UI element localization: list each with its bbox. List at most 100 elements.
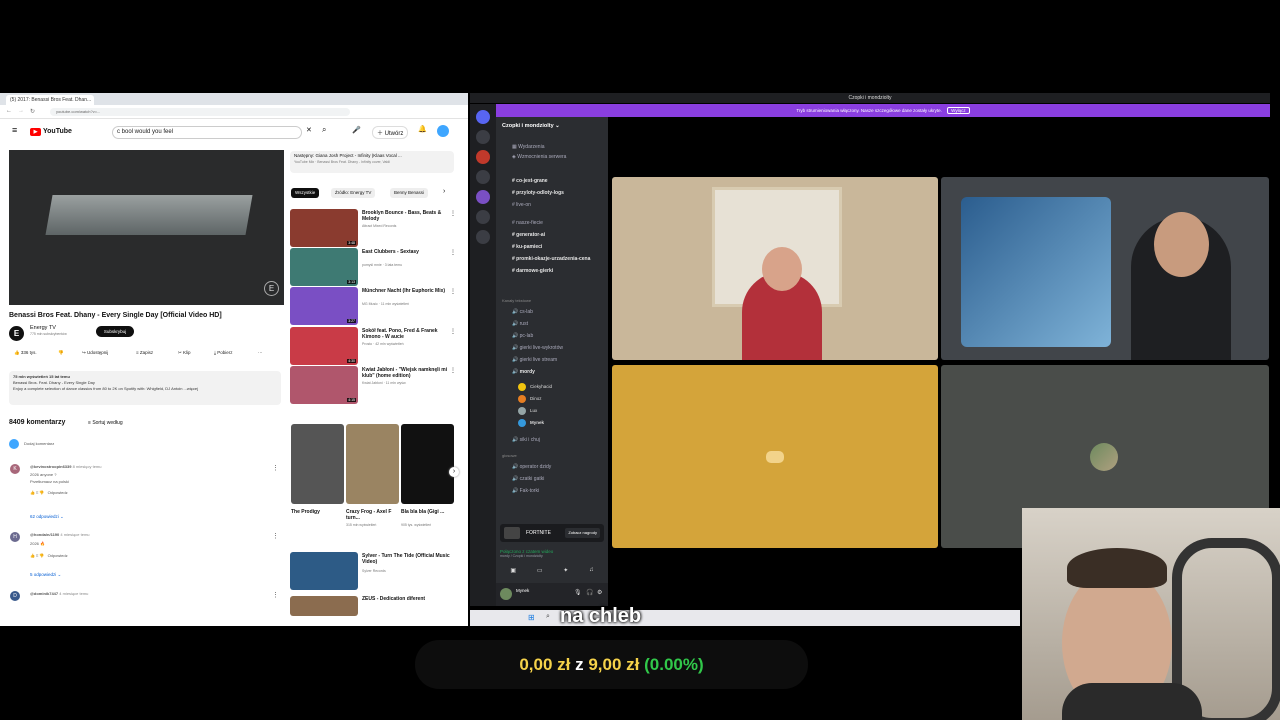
related-menu-icon[interactable]: ⋮ (450, 367, 456, 374)
user-name[interactable]: Mynek (516, 588, 529, 593)
comment-author[interactable]: @kevinostroopin6339 8 miesięcy temu (30, 464, 102, 469)
video-tile-3[interactable] (612, 365, 938, 548)
related-thumbnail[interactable]: 3:27 (290, 287, 358, 325)
chips-next-icon[interactable]: › (443, 188, 445, 195)
channel-avatar[interactable]: E (9, 326, 24, 341)
home-icon[interactable] (476, 110, 490, 124)
voice-channel[interactable]: 🔊 Fak-torki (512, 488, 539, 494)
activities-icon[interactable]: ✦ (563, 567, 568, 579)
short-thumbnail[interactable] (291, 424, 344, 504)
video-description[interactable]: 75 mln wyświetleń 15 lat temu Benassi Br… (9, 371, 281, 405)
short-title[interactable]: Bla bla bla (Gigi ... (401, 509, 451, 515)
search-icon[interactable]: ⌕ (322, 125, 326, 135)
voice-channel[interactable]: 🔊 mordy (512, 369, 535, 375)
related-thumbnail[interactable] (290, 596, 358, 616)
text-channel[interactable]: # przyloty-odloty-logs (512, 190, 564, 196)
shorts-next-icon[interactable]: › (449, 467, 459, 477)
server-icon[interactable] (476, 150, 490, 164)
category-header[interactable]: głosowe (502, 453, 517, 458)
short-thumbnail[interactable] (346, 424, 399, 504)
related-title[interactable]: Sokół feat. Pono, Fred & Franek Kimono -… (362, 328, 450, 340)
add-comment-input[interactable]: Dodaj komentarz (24, 441, 54, 446)
replies-toggle[interactable]: 62 odpowiedzi ⌄ (30, 514, 64, 520)
notifications-icon[interactable]: 🔔 (418, 125, 427, 133)
related-thumbnail[interactable]: 4:30 (290, 327, 358, 365)
mute-icon[interactable]: 🎙 (574, 589, 582, 596)
video-player[interactable]: E (9, 150, 284, 305)
more-actions-icon[interactable]: ⋯ (258, 350, 263, 356)
channel-name[interactable]: Energy TV (30, 325, 56, 331)
short-title[interactable]: Crazy Frog - Axel F turn... (346, 509, 396, 521)
related-title[interactable]: East Clubbers - Sextasy (362, 249, 450, 255)
account-avatar[interactable] (437, 125, 449, 137)
short-title[interactable]: The Prodigy (291, 509, 341, 515)
replies-toggle[interactable]: 5 odpowiedzi ⌄ (30, 572, 61, 578)
related-thumbnail[interactable] (290, 552, 358, 590)
share-button[interactable]: ↪ Udostępnij (82, 350, 108, 356)
server-icon[interactable] (476, 190, 490, 204)
comment-author[interactable]: @dominik7447 4 miesiące temu (30, 591, 88, 596)
create-button[interactable]: ＋ Utwórz (372, 126, 409, 139)
boosts-item[interactable]: ◈ Wzmocnienia serwera (512, 154, 566, 160)
subscribe-button[interactable]: Subskrybuj (96, 326, 134, 337)
taskbar-search-icon[interactable]: ⌕ (546, 613, 550, 621)
related-thumbnail[interactable]: 4:15 (290, 366, 358, 404)
chip-all[interactable]: Wszystkie (291, 188, 320, 198)
user-avatar[interactable] (500, 588, 512, 600)
category-header[interactable]: Kanały tekstowe (502, 298, 531, 303)
related-title[interactable]: ZEUS - Dedication diferent (362, 596, 450, 602)
text-channel[interactable]: # ku-pamieci (512, 244, 542, 250)
text-channel[interactable]: # co-jest-grane (512, 178, 548, 184)
browser-tab[interactable]: (5) 2017: Benassi Bros Feat. Dhan... (6, 95, 94, 105)
chip-artist[interactable]: Benny Benassi (390, 188, 429, 198)
voice-user[interactable]: Mynek (530, 420, 544, 425)
comment-avatar[interactable]: H (10, 532, 20, 542)
text-channel[interactable]: # promki-okazje-urzadzenia-cena (512, 256, 590, 262)
voice-channel[interactable]: 🔊 siki i chuj (512, 437, 540, 443)
comment-menu-icon[interactable]: ⋮ (272, 591, 279, 599)
server-name[interactable]: Czopki i mondziolty ⌄ (502, 123, 560, 129)
game-activity-card[interactable]: FORTNITE Zobacz nagrody (500, 524, 604, 542)
video-tile-1[interactable] (612, 177, 938, 360)
comment-menu-icon[interactable]: ⋮ (272, 464, 279, 472)
comment-avatar[interactable]: K (10, 464, 20, 474)
voice-channel[interactable]: 🔊 gierki live stream (512, 357, 557, 363)
sort-comments-button[interactable]: ≡ Sortuj według (88, 420, 123, 426)
text-channel[interactable]: # live-on (512, 202, 531, 208)
voice-channel[interactable]: 🔊 pc-lab (512, 333, 533, 339)
forward-icon[interactable]: → (18, 108, 24, 114)
server-icon[interactable] (476, 130, 490, 144)
text-channel[interactable]: # nasze-fiecie (512, 220, 543, 226)
soundboard-icon[interactable]: ♫ (589, 567, 594, 579)
server-icon[interactable] (476, 230, 490, 244)
like-button[interactable]: 👍 336 tys. (14, 350, 37, 356)
view-rewards-button[interactable]: Zobacz nagrody (565, 528, 600, 538)
translate-link[interactable]: Przetłumacz na polski (30, 479, 69, 484)
related-thumbnail[interactable]: 3:48 (290, 209, 358, 247)
search-clear-icon[interactable]: ✕ (306, 126, 312, 134)
text-channel[interactable]: # darmowe-gierki (512, 268, 553, 274)
voice-channel[interactable]: 🔊 gierki live-wykrotów (512, 345, 563, 351)
related-thumbnail[interactable]: 3:13 (290, 248, 358, 286)
comment-author[interactable]: @honda/n/1190 4 miesiące temu (30, 532, 90, 537)
related-title[interactable]: Münchner Nacht (Ihr Euphoric Mix) (362, 288, 450, 294)
voice-channel[interactable]: 🔊 operator dzidy (512, 464, 551, 470)
server-icon[interactable] (476, 170, 490, 184)
voice-channel[interactable]: 🔊 rust (512, 321, 528, 327)
related-menu-icon[interactable]: ⋮ (450, 249, 456, 256)
voice-channel[interactable]: 🔊 cs-lab (512, 309, 533, 315)
download-button[interactable]: ⤓ Pobierz (214, 350, 233, 355)
settings-icon[interactable]: ⚙ (597, 589, 602, 596)
channel-watermark-icon[interactable]: E (264, 281, 279, 296)
voice-channel[interactable]: 🔊 czatki gatki (512, 476, 544, 482)
short-thumbnail[interactable] (401, 424, 454, 504)
clip-button[interactable]: ✂ Klip (178, 350, 191, 356)
related-title[interactable]: Brooklyn Bounce - Bass, Beats & Melody (362, 210, 450, 222)
start-icon[interactable]: ⊞ (528, 613, 535, 622)
server-icon[interactable] (476, 210, 490, 224)
comment-actions[interactable]: 👍 ⌑ 👎 Odpowiedz (30, 553, 68, 558)
related-title[interactable]: Sylver - Turn The Tide (Official Music V… (362, 553, 450, 565)
comment-actions[interactable]: 👍 ⌑ 👎 Odpowiedz (30, 490, 68, 495)
comment-avatar[interactable]: D (10, 591, 20, 601)
microphone-icon[interactable]: 🎤 (352, 126, 361, 134)
